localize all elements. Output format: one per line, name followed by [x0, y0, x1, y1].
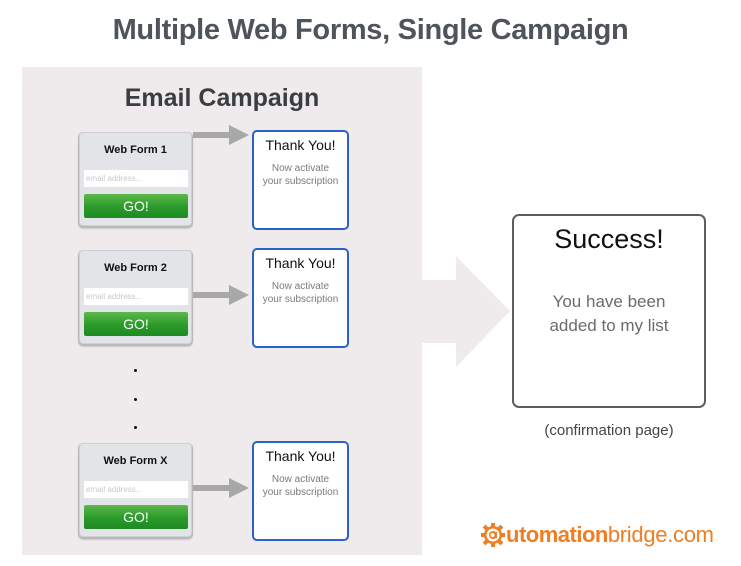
go-button[interactable]: GO!: [84, 505, 188, 529]
arrow-icon: [193, 478, 249, 498]
thank-you-body: Now activate your subscription: [254, 473, 347, 499]
confirmation-caption: (confirmation page): [544, 422, 674, 439]
big-arrow-shape: [420, 256, 510, 367]
web-form-x: Web Form X GO!: [79, 443, 192, 537]
web-form-title: Web Form 1: [104, 144, 167, 156]
thank-you-line: your subscription: [262, 176, 339, 187]
arrow-icon: [193, 125, 249, 145]
success-line: added to my list: [549, 316, 669, 335]
web-form-title: Web Form 2: [104, 262, 167, 274]
page-title: Multiple Web Forms, Single Campaign: [112, 14, 629, 46]
success-page: Success! You have been added to my list: [512, 214, 706, 408]
web-form-2: Web Form 2 GO!: [79, 250, 192, 344]
thank-you-line: Now activate: [271, 474, 330, 485]
thank-you-body: Now activate your subscription: [254, 280, 347, 306]
logo-text-light: bridge: [607, 522, 668, 547]
automationbridge-logo[interactable]: utomation bridge .com: [481, 521, 714, 549]
email-input[interactable]: [84, 288, 188, 305]
thank-you-line: your subscription: [262, 487, 339, 498]
gear-at-icon: [481, 523, 505, 547]
success-line: You have been: [552, 292, 666, 311]
big-arrow-icon: [420, 256, 510, 367]
go-button[interactable]: GO!: [84, 312, 188, 336]
logo-text-bold: utomation: [506, 522, 608, 547]
thank-you-body: Now activate your subscription: [254, 162, 347, 188]
thank-you-title: Thank You!: [265, 255, 336, 271]
thank-you-title: Thank You!: [265, 137, 336, 153]
logo-text-suffix: .com: [667, 522, 714, 547]
thank-you-line: Now activate: [271, 163, 330, 174]
thank-you-page-x: Thank You! Now activate your subscriptio…: [252, 441, 349, 541]
go-button[interactable]: GO!: [84, 194, 188, 218]
ellipsis-dot: [134, 426, 137, 429]
thank-you-line: your subscription: [262, 294, 339, 305]
thank-you-line: Now activate: [271, 281, 330, 292]
ellipsis-dot: [134, 398, 137, 401]
ellipsis-dot: [134, 369, 137, 372]
arrow-shape: [193, 478, 249, 498]
success-body: You have been added to my list: [514, 290, 704, 338]
email-input[interactable]: [84, 170, 188, 187]
success-title: Success!: [554, 224, 664, 254]
email-input[interactable]: [84, 481, 188, 498]
arrow-shape: [193, 285, 249, 305]
web-form-1: Web Form 1 GO!: [79, 132, 192, 226]
thank-you-title: Thank You!: [265, 448, 336, 464]
thank-you-page-1: Thank You! Now activate your subscriptio…: [252, 130, 349, 230]
thank-you-page-2: Thank You! Now activate your subscriptio…: [252, 248, 349, 348]
panel-title: Email Campaign: [124, 84, 320, 112]
arrow-shape: [193, 125, 249, 145]
arrow-icon: [193, 285, 249, 305]
web-form-title: Web Form X: [103, 455, 168, 467]
